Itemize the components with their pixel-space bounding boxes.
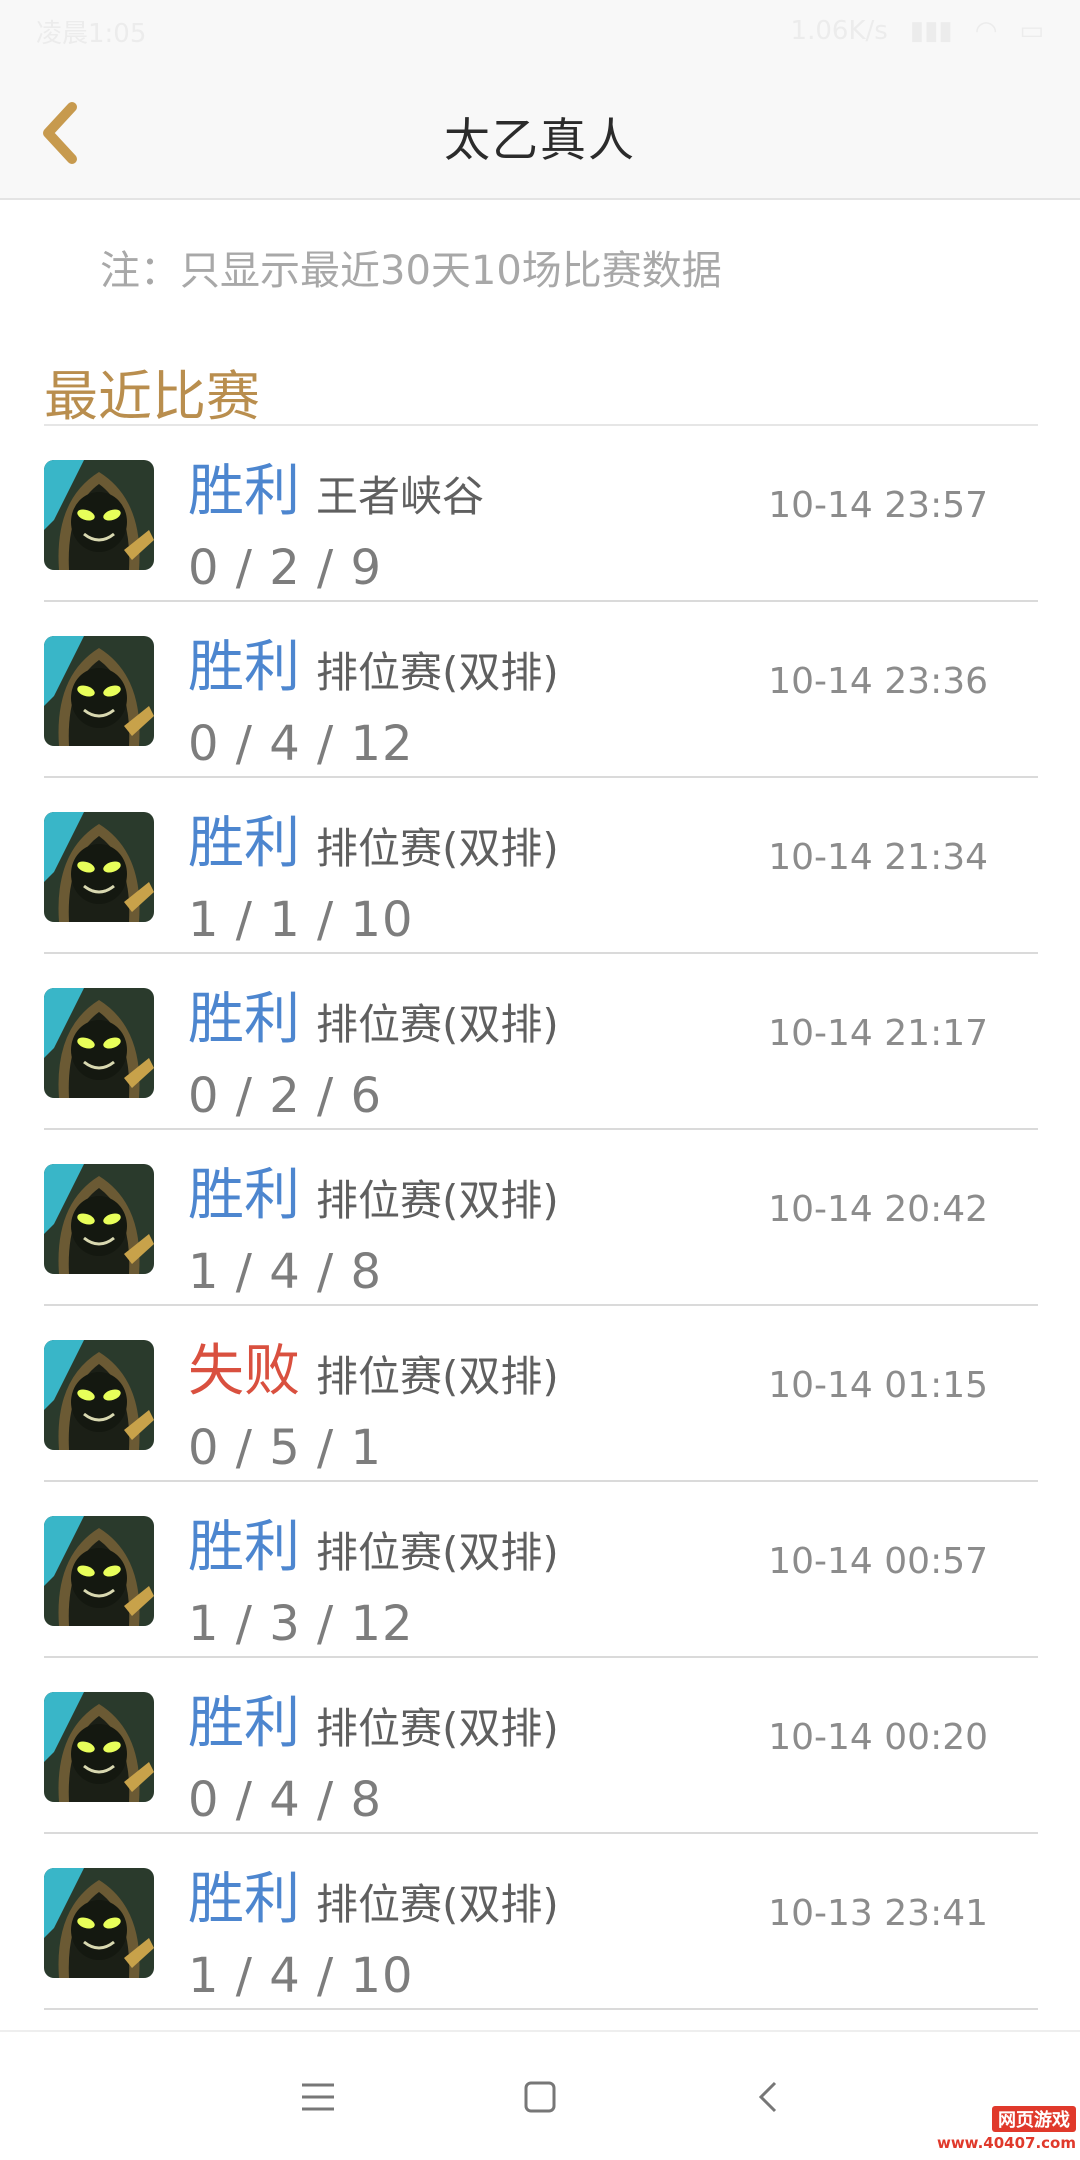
battery-icon: ▭ (1019, 16, 1044, 46)
match-kda: 0 / 2 / 9 (188, 540, 382, 596)
match-kda: 1 / 4 / 8 (188, 1244, 382, 1300)
match-kda: 0 / 5 / 1 (188, 1420, 382, 1476)
hero-avatar-icon (44, 1340, 154, 1450)
status-bar: 凌晨1:05 1.06K/s ▮▮▮ ◠ ▭ (0, 0, 1080, 62)
menu-button[interactable] (278, 2062, 358, 2132)
system-nav-bar: 网页游戏 www.40407.com (0, 2030, 1080, 2160)
net-speed: 1.06K/s (790, 16, 888, 46)
status-time: 凌晨1:05 (36, 18, 147, 49)
page-title: 太乙真人 (444, 113, 636, 167)
hero-avatar (44, 1340, 154, 1450)
match-mode: 排位赛(双排) (316, 824, 559, 873)
match-kda: 1 / 3 / 12 (188, 1596, 414, 1652)
hero-avatar (44, 812, 154, 922)
match-time: 10-14 21:17 (768, 1013, 988, 1054)
match-list: 胜利 王者峡谷 0 / 2 / 9 10-14 23:57 胜利 排位赛(双排)… (44, 426, 1038, 2010)
hero-avatar-icon (44, 1516, 154, 1626)
signal-icon: ▮▮▮ (909, 16, 953, 46)
match-row[interactable]: 胜利 排位赛(双排) 0 / 4 / 12 10-14 23:36 (44, 602, 1038, 778)
wifi-icon: ◠ (974, 16, 998, 46)
home-square-icon (524, 2081, 556, 2113)
match-row[interactable]: 胜利 排位赛(双排) 1 / 4 / 8 10-14 20:42 (44, 1130, 1038, 1306)
match-row[interactable]: 胜利 排位赛(双排) 1 / 3 / 12 10-14 00:57 (44, 1482, 1038, 1658)
nav-back-button[interactable] (728, 2062, 808, 2132)
menu-icon (302, 2083, 334, 2111)
app-bar: 太乙真人 (0, 62, 1080, 200)
hero-avatar (44, 460, 154, 570)
match-kda: 1 / 1 / 10 (188, 892, 414, 948)
match-result: 胜利 (188, 1163, 300, 1228)
hero-avatar (44, 1516, 154, 1626)
hero-avatar (44, 1164, 154, 1274)
match-time: 10-14 01:15 (768, 1365, 988, 1406)
match-mode: 排位赛(双排) (316, 1352, 559, 1401)
match-result: 胜利 (188, 987, 300, 1052)
home-button[interactable] (500, 2062, 580, 2132)
match-result: 胜利 (188, 811, 300, 876)
match-mode: 排位赛(双排) (316, 1880, 559, 1929)
match-time: 10-14 00:20 (768, 1717, 988, 1758)
match-kda: 0 / 4 / 12 (188, 716, 414, 772)
match-kda: 0 / 4 / 8 (188, 1772, 382, 1828)
match-kda: 1 / 4 / 10 (188, 1948, 414, 2004)
match-result: 胜利 (188, 459, 300, 524)
match-result: 胜利 (188, 1867, 300, 1932)
match-time: 10-14 23:57 (768, 485, 988, 526)
section-title: 最近比赛 (44, 365, 260, 428)
watermark-url: www.40407.com (936, 2134, 1076, 2152)
hero-avatar-icon (44, 1164, 154, 1274)
match-mode: 排位赛(双排) (316, 1704, 559, 1753)
hero-avatar-icon (44, 460, 154, 570)
hero-avatar (44, 1692, 154, 1802)
hero-avatar-icon (44, 988, 154, 1098)
match-row[interactable]: 胜利 排位赛(双排) 0 / 2 / 6 10-14 21:17 (44, 954, 1038, 1130)
watermark-text: 网页游戏 (992, 2106, 1076, 2132)
match-row[interactable]: 胜利 排位赛(双排) 0 / 4 / 8 10-14 00:20 (44, 1658, 1038, 1834)
hero-avatar-icon (44, 812, 154, 922)
match-row[interactable]: 失败 排位赛(双排) 0 / 5 / 1 10-14 01:15 (44, 1306, 1038, 1482)
hero-avatar (44, 636, 154, 746)
match-result: 胜利 (188, 1515, 300, 1580)
data-range-note: 注：只显示最近30天10场比赛数据 (100, 248, 722, 294)
match-mode: 排位赛(双排) (316, 1528, 559, 1577)
hero-avatar-icon (44, 636, 154, 746)
watermark-logo: 网页游戏 www.40407.com (937, 2102, 1076, 2156)
hero-avatar-icon (44, 1868, 154, 1978)
match-result: 胜利 (188, 1691, 300, 1756)
hero-avatar (44, 988, 154, 1098)
match-time: 10-14 23:36 (768, 661, 988, 702)
match-mode: 排位赛(双排) (316, 1176, 559, 1225)
match-mode: 排位赛(双排) (316, 648, 559, 697)
match-row[interactable]: 胜利 排位赛(双排) 1 / 1 / 10 10-14 21:34 (44, 778, 1038, 954)
match-result: 胜利 (188, 635, 300, 700)
match-kda: 0 / 2 / 6 (188, 1068, 382, 1124)
match-row[interactable]: 胜利 王者峡谷 0 / 2 / 9 10-14 23:57 (44, 426, 1038, 602)
hero-avatar-icon (44, 1692, 154, 1802)
hero-avatar (44, 1868, 154, 1978)
match-row[interactable]: 胜利 排位赛(双排) 1 / 4 / 10 10-13 23:41 (44, 1834, 1038, 2010)
match-time: 10-14 20:42 (768, 1189, 988, 1230)
match-mode: 排位赛(双排) (316, 1000, 559, 1049)
match-mode: 王者峡谷 (316, 472, 485, 521)
match-time: 10-13 23:41 (768, 1893, 988, 1934)
match-time: 10-14 21:34 (768, 837, 988, 878)
match-result: 失败 (188, 1339, 300, 1404)
match-time: 10-14 00:57 (768, 1541, 988, 1582)
back-chevron-icon (758, 2081, 777, 2113)
